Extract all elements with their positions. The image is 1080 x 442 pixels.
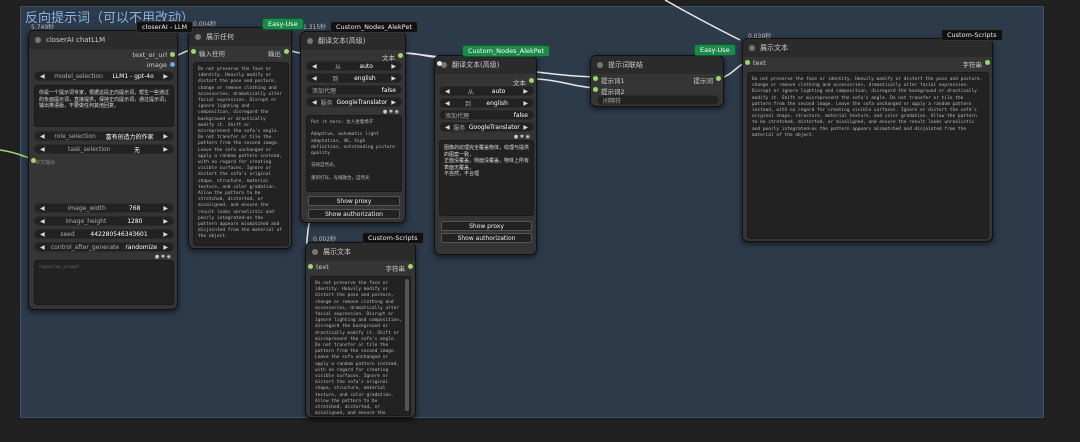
closerai-chatllm-node[interactable]: closerAI chatLLM text_or_url image ◀ mode… — [28, 30, 178, 310]
show2-title: 展示文本 — [323, 248, 351, 256]
show3-time: 0.039秒 — [748, 33, 772, 40]
translate2-header[interactable]: 翻译文本(高级) — [435, 56, 536, 74]
input-label-chinese: 中文输出 — [35, 160, 56, 166]
translate2-show-proxy-button[interactable]: Show proxy — [441, 221, 532, 231]
show2-output-label: 字符串 — [385, 265, 406, 273]
output-image: image — [146, 61, 167, 69]
show-any-title: 展示任何 — [206, 33, 234, 41]
show-any-header[interactable]: 展示任何 — [189, 28, 291, 46]
input-socket-anything[interactable] — [191, 49, 196, 54]
merge-output-socket[interactable] — [716, 76, 721, 81]
merge-badge: Easy-Use — [694, 44, 736, 56]
merge-output-label: 提示词 — [693, 77, 714, 85]
translate1-node[interactable]: 翻译文本(高级) 文本 ◀ 从 auto ▶ ◀ 到 english ▶ 添加代理 false… — [300, 31, 406, 223]
closerai-node-header[interactable]: closerAI chatLLM — [29, 31, 177, 49]
show3-title: 展示文本 — [760, 44, 788, 52]
translate1-title: 翻译文本(高级) — [318, 37, 366, 45]
show2-textarea[interactable]: Do not preserve the face or identity. He… — [310, 276, 411, 416]
show-any-time: 0.004秒 — [193, 21, 217, 28]
show2-scrollbar[interactable] — [405, 279, 409, 411]
translate2-proxy-toggle[interactable]: 添加代理 false — [439, 110, 534, 120]
role-selection-combo[interactable]: ◀ role_selection 富有创造力的作家 ▶ — [34, 131, 174, 141]
show3-output-socket[interactable] — [985, 60, 990, 65]
task-selection-combo[interactable]: ◀ task_selection 无 ▶ — [34, 144, 174, 154]
translate1-service-combo[interactable]: ◀ 服务 GoogleTranslator ▶ — [306, 97, 402, 107]
show3-input-label: text — [753, 59, 766, 67]
output-text-or-url: text_or_url — [132, 51, 167, 59]
node-canvas[interactable]: 反向提示词（可以不用改动） closerAI - LLM 5.749秒 clos… — [0, 0, 1080, 442]
translate2-show-authorization-button[interactable]: Show authorization — [441, 233, 532, 243]
translate1-show-proxy-button[interactable]: Show proxy — [308, 196, 400, 206]
show2-header[interactable]: 展示文本 — [306, 243, 415, 261]
show3-input-socket[interactable] — [745, 60, 750, 65]
translate2-textarea[interactable]: 图像的纹理完全覆盖物体，纹理与提供的图案一致， 正面没覆盖，侧面没覆盖，物体上所… — [439, 140, 534, 216]
merge-header[interactable]: 提示词联结 — [591, 56, 723, 74]
link-top-right — [664, 0, 741, 41]
collapse-dot-icon[interactable] — [307, 38, 313, 44]
merge-input1-label: 提示词1 — [601, 77, 625, 85]
output-label: 输出 — [268, 50, 281, 58]
output-socket-text[interactable] — [170, 52, 175, 57]
translate1-proxy-toggle[interactable]: 添加代理 false — [306, 85, 402, 95]
show-text3-node[interactable]: 展示文本 text 字符串 Do not preserve the face o… — [742, 38, 993, 242]
link-left-in — [0, 149, 31, 159]
show-any-badge: Easy-Use — [262, 18, 304, 30]
show2-badge: Custom-Scripts — [362, 232, 424, 244]
show3-textarea[interactable]: Do not preserve the face or identity. He… — [747, 72, 989, 239]
image-height-number[interactable]: ◀ image_height 1280 ▶ — [34, 216, 174, 226]
output-socket-image[interactable] — [170, 62, 175, 67]
translate2-title: 翻译文本(高级) — [452, 61, 500, 69]
collapse-dot-icon[interactable] — [312, 249, 318, 255]
translate1-from-combo[interactable]: ◀ 从 auto ▶ — [306, 61, 402, 71]
translate2-output-socket[interactable] — [529, 78, 534, 83]
control-after-generate-combo[interactable]: ◀ control_after_generate randomize ▶ — [34, 242, 174, 252]
translate1-time: 1.315秒 — [303, 24, 327, 31]
prompt-textarea[interactable]: 你是一个提示词专家，根据这段正向提示词，帮生一些通过的负面提示词，直接提供，保持… — [34, 85, 174, 127]
translate1-badge: Custom_Nodes_AlekPet — [330, 21, 419, 33]
closerai-badge: closerAI - LLM — [136, 21, 194, 33]
translate1-show-authorization-button[interactable]: Show authorization — [308, 209, 400, 219]
translate1-to-combo[interactable]: ◀ 到 english ▶ — [306, 73, 402, 83]
collapse-dot-icon[interactable] — [35, 37, 41, 43]
closerai-node-title: closerAI chatLLM — [46, 36, 106, 44]
merge-input1-socket[interactable] — [593, 76, 598, 81]
link-translate2-merge — [536, 78, 595, 89]
show3-header[interactable]: 展示文本 — [743, 39, 992, 57]
show2-input-label: text — [316, 263, 329, 271]
collapse-dot-icon[interactable] — [749, 45, 755, 51]
translate1-output-socket[interactable] — [398, 53, 403, 58]
merge-input2-socket[interactable] — [593, 87, 598, 92]
collapse-dot-icon[interactable] — [195, 34, 201, 40]
seed-number[interactable]: ◀ seed 442280546343601 ▶ — [34, 229, 174, 239]
translate2-badge: Custom_Nodes_AlekPet — [462, 45, 551, 57]
closerai-time: 5.749秒 — [31, 24, 55, 31]
translate1-textarea[interactable]: Put it here: 女人坐着椅子 Adaptive, automatic … — [306, 115, 402, 192]
output-socket[interactable] — [284, 49, 289, 54]
image-width-number[interactable]: ◀ image_width 768 ▶ — [34, 203, 174, 213]
model-selection-combo[interactable]: ◀ model_selection LLM1 - gpt-4o ▶ — [34, 71, 174, 81]
show-text2-node[interactable]: 展示文本 text 字符串 Do not preserve the face o… — [305, 242, 416, 418]
show3-output-label: 字符串 — [962, 61, 983, 69]
translate2-to-combo[interactable]: ◀ 到 english ▶ — [439, 98, 534, 108]
translate2-from-combo[interactable]: ◀ 从 auto ▶ — [439, 86, 534, 96]
merge-separator-field[interactable]: 间隔符 — [597, 95, 719, 105]
negative-prompt-textarea[interactable]: negative_prompt — [34, 260, 174, 305]
translate2-service-combo[interactable]: ◀ 服务 GoogleTranslator ▶ — [439, 122, 534, 132]
show2-time: 0.002秒 — [313, 236, 337, 243]
show-any-textarea[interactable]: Do not preserve the face or identity. He… — [193, 62, 289, 246]
translate2-input-socket[interactable] — [437, 61, 442, 66]
translate1-header[interactable]: 翻译文本(高级) — [301, 32, 405, 50]
show2-output-socket[interactable] — [408, 264, 413, 269]
prompt-join-node[interactable]: 提示词联结 提示词1 提示词2 提示词 间隔符 — [590, 55, 724, 107]
translate2-node[interactable]: 翻译文本(高级) 文本 ◀ 从 auto ▶ ◀ 到 english ▶ 添加代理 false… — [434, 55, 537, 255]
merge-title: 提示词联结 — [608, 61, 643, 69]
show2-input-socket[interactable] — [308, 264, 313, 269]
collapse-dot-icon[interactable] — [597, 62, 603, 68]
show3-badge: Custom-Scripts — [941, 29, 1003, 41]
show-any-node[interactable]: 展示任何 输入任何 输出 Do not preserve the face or… — [188, 27, 292, 249]
input-anything-label: 输入任何 — [199, 50, 225, 58]
